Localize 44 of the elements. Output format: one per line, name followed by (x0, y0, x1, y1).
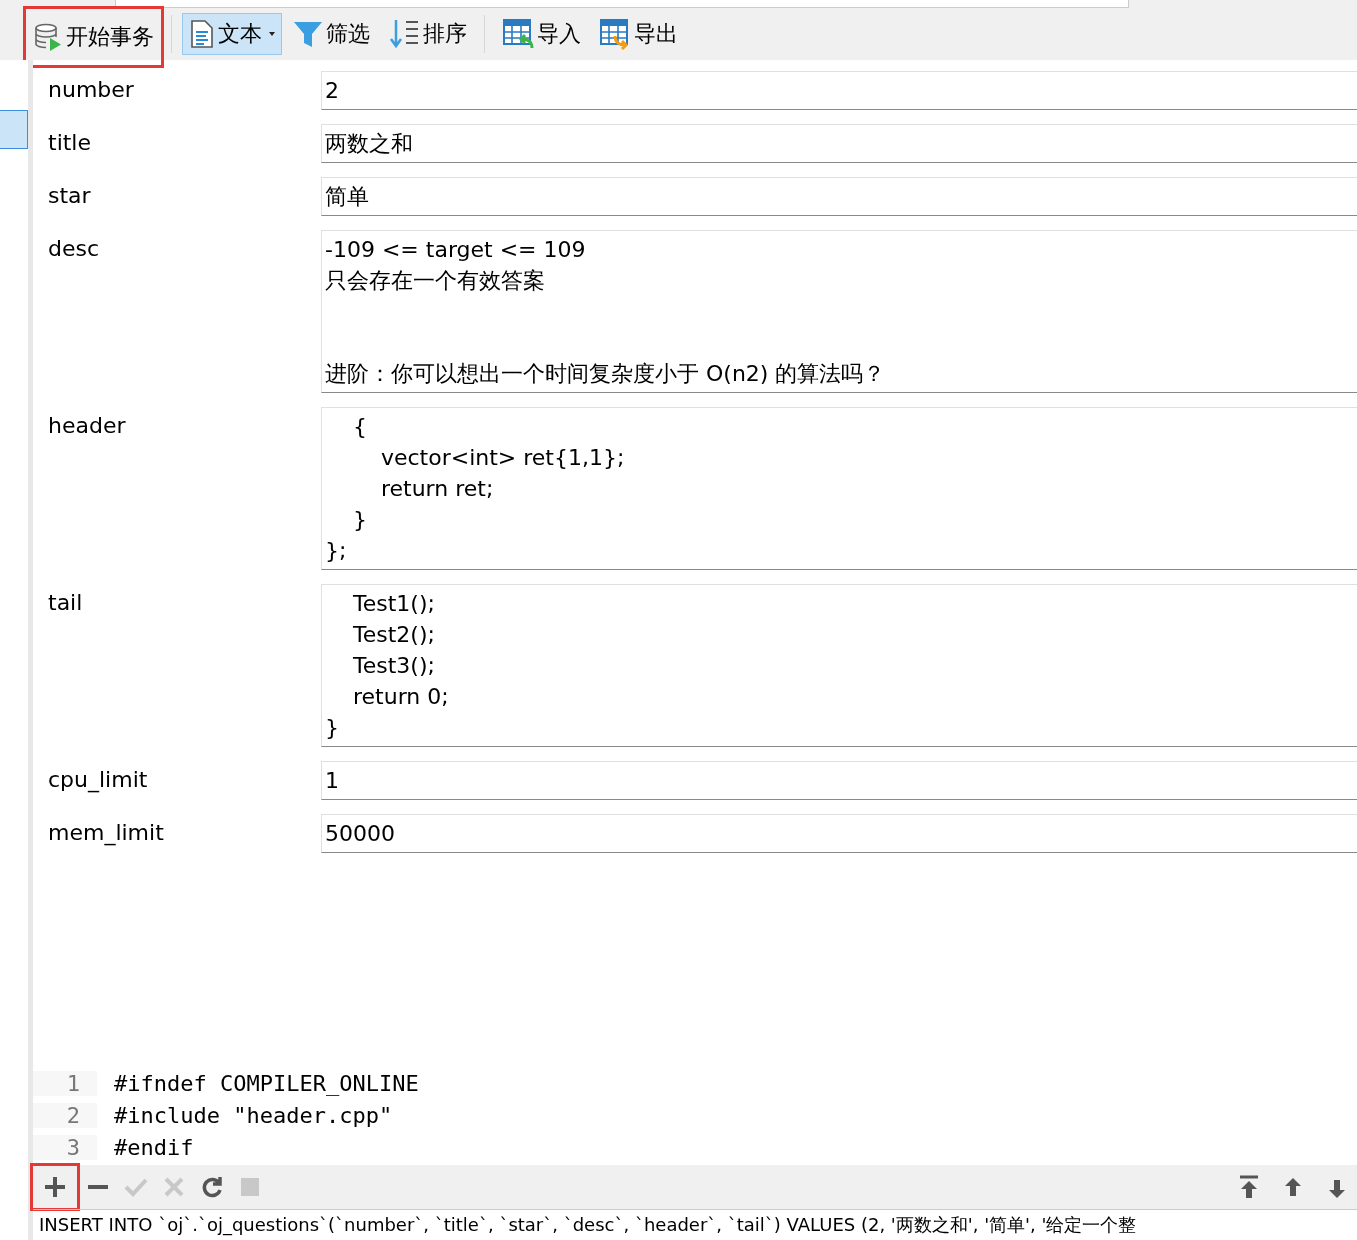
field-label: number (47, 76, 135, 104)
import-button[interactable]: 导入 (495, 13, 588, 55)
dropdown-arrow-icon (269, 32, 275, 36)
input-field[interactable]: 两数之和 (321, 124, 1357, 163)
field-label: star (47, 182, 92, 210)
sort-button[interactable]: 排序 (381, 13, 474, 55)
line-number: 2 (33, 1102, 97, 1128)
sort-icon (388, 18, 420, 50)
input-field[interactable]: 2 (321, 71, 1357, 110)
input-field[interactable]: -109 <= target <= 109 只会存在一个有效答案 进阶：你可以想出一个时间复杂度小于 O(n2) 的算法吗？ (321, 230, 1357, 393)
arrow-to-top-icon (1238, 1174, 1260, 1200)
document-icon (189, 19, 215, 49)
table-export-icon (599, 18, 631, 50)
text-line: -109 <= target <= 109 (325, 237, 586, 262)
code-line: #endif (113, 1134, 194, 1160)
input-field[interactable]: 1 (321, 761, 1357, 800)
field-label: cpu_limit (47, 766, 149, 795)
transaction-button[interactable]: 开始事务 (26, 9, 161, 65)
line-number: 1 (33, 1070, 97, 1096)
table-import-icon (502, 18, 534, 50)
database-play-icon (33, 22, 63, 52)
line-number: 3 (33, 1134, 97, 1160)
field-label: tail (47, 589, 84, 617)
plus-icon (42, 1174, 68, 1200)
field-label: desc (47, 235, 101, 263)
text-line: 只会存在一个有效答案 (325, 268, 545, 293)
filter-button[interactable]: 筛选 (286, 13, 377, 55)
code-line: #ifndef COMPILER_ONLINE (113, 1070, 419, 1096)
text-line: 进阶：你可以想出一个时间复杂度小于 O(n2) 的算法吗？ (325, 361, 886, 386)
minus-icon (85, 1185, 111, 1189)
text-button[interactable]: 文本 (182, 13, 282, 55)
code-line: #include "header.cpp" (113, 1102, 393, 1128)
export-button[interactable]: 导出 (592, 13, 685, 55)
selected-row-marker (0, 110, 28, 149)
input-field[interactable]: 简单 (321, 177, 1357, 216)
input-field[interactable]: { vector<int> ret{1,1}; return ret; } }; (321, 407, 1357, 570)
input-field[interactable]: 50000 (321, 814, 1357, 853)
field-label: mem_limit (47, 819, 165, 848)
field-label: title (47, 129, 92, 157)
add-record-button[interactable] (33, 1166, 77, 1208)
input-field[interactable]: Test1(); Test2(); Test3(); return 0; } (321, 584, 1357, 747)
filter-icon (293, 19, 323, 49)
field-label: header (47, 412, 127, 440)
sql-statement: INSERT INTO `oj`.`oj_questions`(`number`, `title`, `star`, `desc`, `header`, `tail`) VALUES (2, '两数之和', '简单', '给定一个整 (33, 1209, 1357, 1240)
